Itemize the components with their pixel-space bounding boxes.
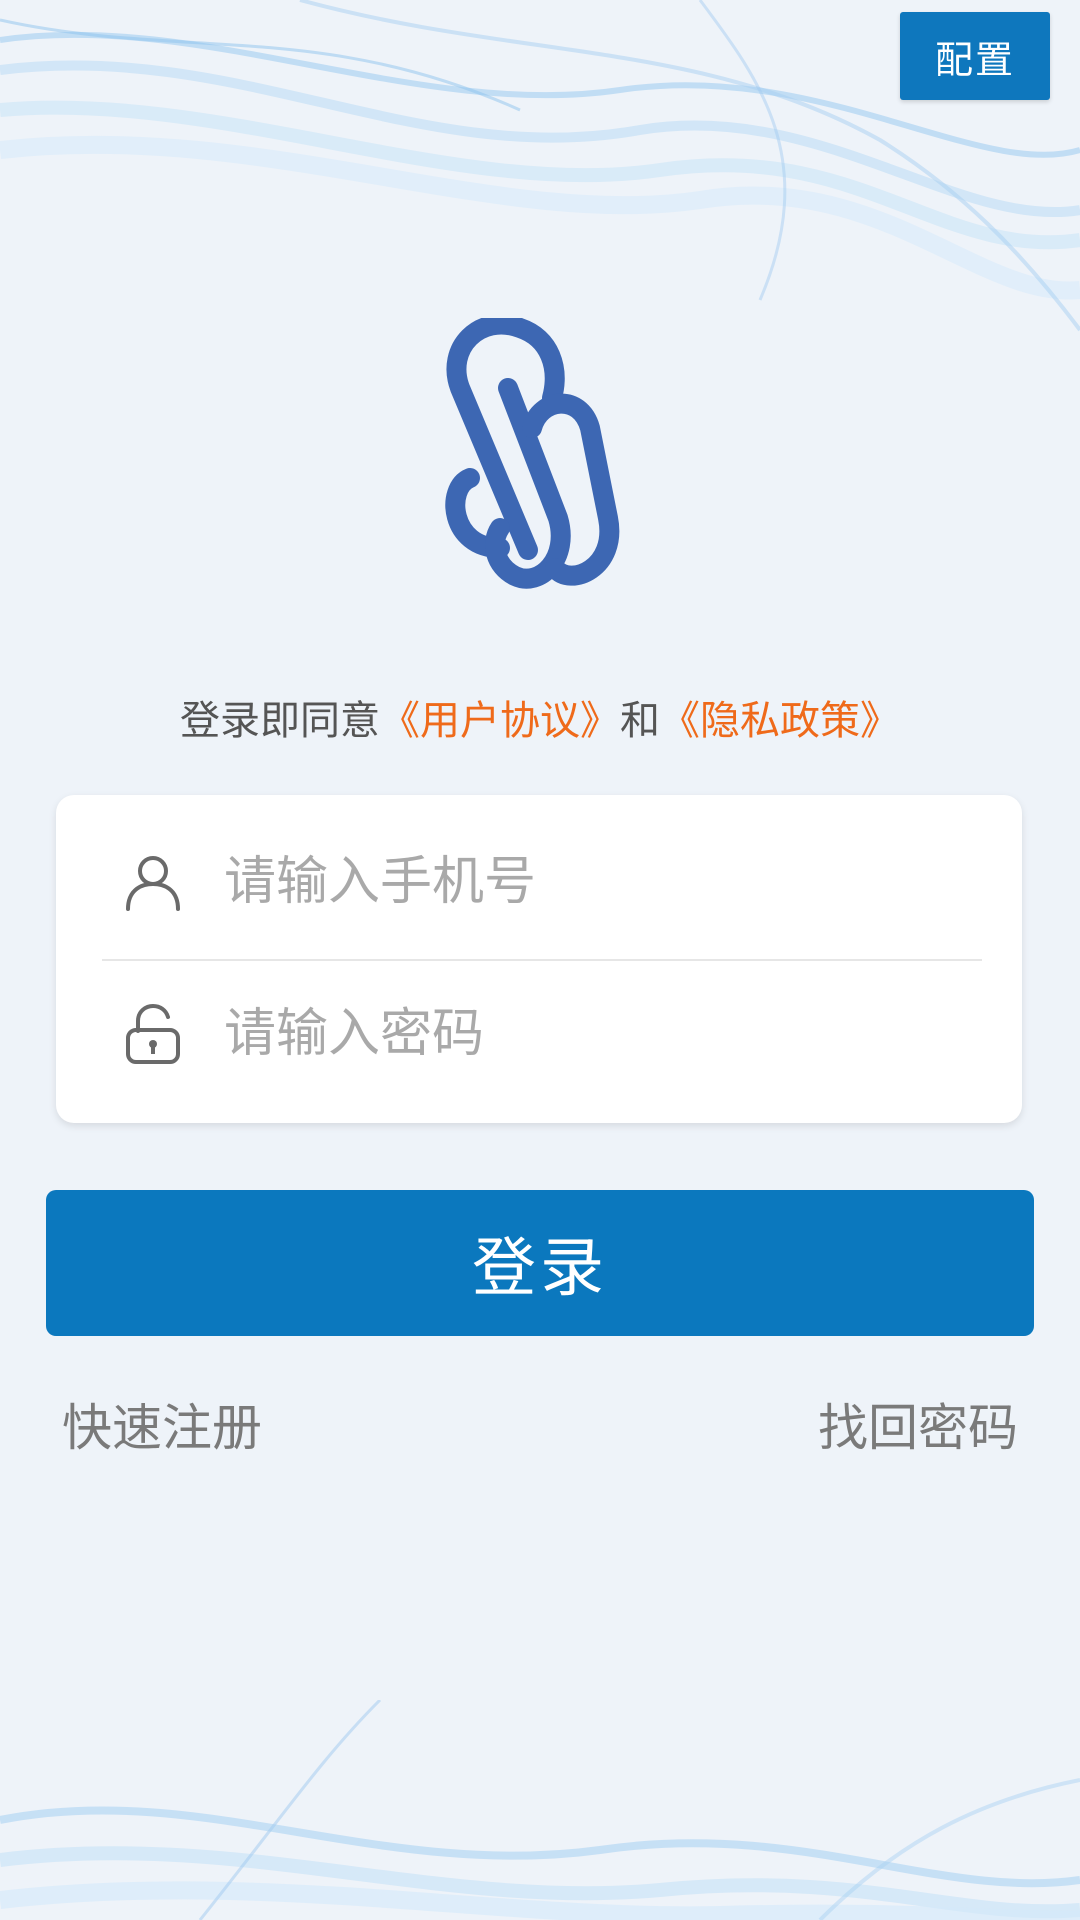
login-button[interactable]: 登录 (46, 1190, 1034, 1336)
app-logo-icon (445, 318, 620, 589)
quick-register-link[interactable]: 快速注册 (62, 1388, 262, 1460)
privacy-policy-link[interactable]: 《隐私政策》 (660, 698, 900, 744)
user-agreement-link[interactable]: 《用户协议》 (380, 698, 620, 744)
password-input[interactable] (224, 994, 984, 1074)
forgot-password-link[interactable]: 找回密码 (818, 1388, 1018, 1460)
agreement-and: 和 (620, 698, 660, 744)
lock-icon (126, 1003, 180, 1064)
phone-input[interactable] (224, 842, 984, 922)
password-field-row (56, 959, 1022, 1109)
agreement-prefix: 登录即同意 (180, 698, 380, 744)
agreement-text: 登录即同意《用户协议》和《隐私政策》 (0, 688, 1080, 746)
login-form-card (56, 795, 1022, 1123)
background-wave-bottom (0, 1700, 1080, 1920)
phone-field-row (56, 807, 1022, 957)
user-icon (126, 856, 180, 911)
config-button[interactable]: 配置 (900, 12, 1050, 100)
